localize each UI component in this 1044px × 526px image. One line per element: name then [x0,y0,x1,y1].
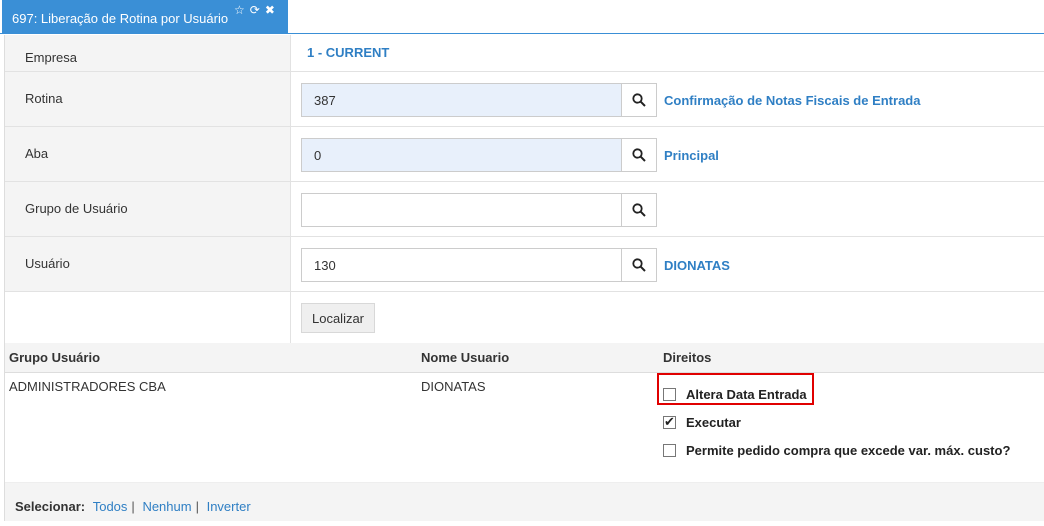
usuario-search-button[interactable] [622,249,656,281]
select-all-link[interactable]: Todos [93,499,128,514]
right-label: Executar [686,414,741,430]
rights-list: Altera Data Entrada Executar Permite ped… [663,380,1010,464]
aba-input[interactable] [302,139,622,171]
usuario-description: DIONATAS [664,258,730,273]
separator: | [195,499,199,514]
row-grupo-usuario: ADMINISTRADORES CBA [9,379,166,394]
aba-field-wrap [301,138,657,172]
checkbox-executar[interactable] [663,414,676,430]
row-empresa: Empresa 1 - CURRENT [5,35,1044,72]
results-table: Grupo Usuário Nome Usuario Direitos ADMI… [4,343,1044,521]
empresa-value: 1 - CURRENT [307,45,390,60]
aba-description: Principal [664,148,719,163]
separator: | [131,499,135,514]
rotina-search-button[interactable] [622,84,656,116]
right-permite-pedido-compra[interactable]: Permite pedido compra que excede var. má… [663,436,1010,464]
row-aba: Aba Principal [5,127,1044,182]
search-icon [632,203,646,217]
right-altera-data-entrada[interactable]: Altera Data Entrada [663,380,1010,408]
refresh-icon[interactable]: ⟳ [250,3,260,17]
label-cell [5,292,291,343]
right-label: Permite pedido compra que excede var. má… [686,442,1011,458]
label-cell: Grupo de Usuário [5,182,291,236]
aba-label: Aba [25,146,49,161]
label-cell: Empresa [5,35,291,71]
table-header: Grupo Usuário Nome Usuario Direitos [5,343,1044,373]
header-grupo-usuario[interactable]: Grupo Usuário [9,350,100,365]
rotina-field-wrap [301,83,657,117]
close-icon[interactable]: ✖ [265,3,275,17]
usuario-input[interactable] [302,249,622,281]
invert-selection-link[interactable]: Inverter [207,499,251,514]
row-grupo-usuario: Grupo de Usuário [5,182,1044,237]
select-none-link[interactable]: Nenhum [142,499,191,514]
row-nome-usuario: DIONATAS [421,379,486,394]
checkbox-permite-pedido-compra[interactable] [663,443,676,457]
row-usuario: Usuário DIONATAS [5,237,1044,292]
tab-rotina[interactable]: 697: Liberação de Rotina por Usuário ☆ ⟳… [2,0,288,34]
localizar-button[interactable]: Localizar [301,303,375,333]
grupo-usuario-label: Grupo de Usuário [25,201,128,216]
rotina-description: Confirmação de Notas Fiscais de Entrada [664,93,921,108]
tab-bar: 697: Liberação de Rotina por Usuário ☆ ⟳… [0,0,1044,34]
usuario-field-wrap [301,248,657,282]
label-cell: Rotina [5,72,291,126]
usuario-label: Usuário [25,256,70,271]
search-icon [632,258,646,272]
search-icon [632,93,646,107]
tab-icons: ☆ ⟳ ✖ [234,3,275,17]
label-cell: Usuário [5,237,291,291]
select-label: Selecionar: [15,499,86,514]
label-cell: Aba [5,127,291,181]
filter-form: Empresa 1 - CURRENT Rotina Confirmação d… [4,35,1044,343]
row-actions [5,292,1044,343]
row-rotina: Rotina Confirmação de Notas Fiscais de E… [5,72,1044,127]
tab-title: 697: Liberação de Rotina por Usuário [12,11,229,26]
checkbox-altera-data-entrada[interactable] [663,387,676,401]
right-executar[interactable]: Executar [663,408,1010,436]
aba-search-button[interactable] [622,139,656,171]
grupo-usuario-search-button[interactable] [622,194,656,226]
grupo-usuario-input[interactable] [302,194,622,226]
selection-links: Selecionar: Todos | Nenhum | Inverter [15,499,255,514]
header-nome-usuario[interactable]: Nome Usuario [421,350,509,365]
empresa-label: Empresa [25,50,78,65]
rotina-label: Rotina [25,91,63,106]
header-direitos[interactable]: Direitos [663,350,711,365]
grupo-usuario-field-wrap [301,193,657,227]
right-label: Altera Data Entrada [686,386,807,402]
rotina-input[interactable] [302,84,622,116]
search-icon [632,148,646,162]
selection-footer: Selecionar: Todos | Nenhum | Inverter [5,482,1044,521]
star-icon[interactable]: ☆ [234,3,245,17]
